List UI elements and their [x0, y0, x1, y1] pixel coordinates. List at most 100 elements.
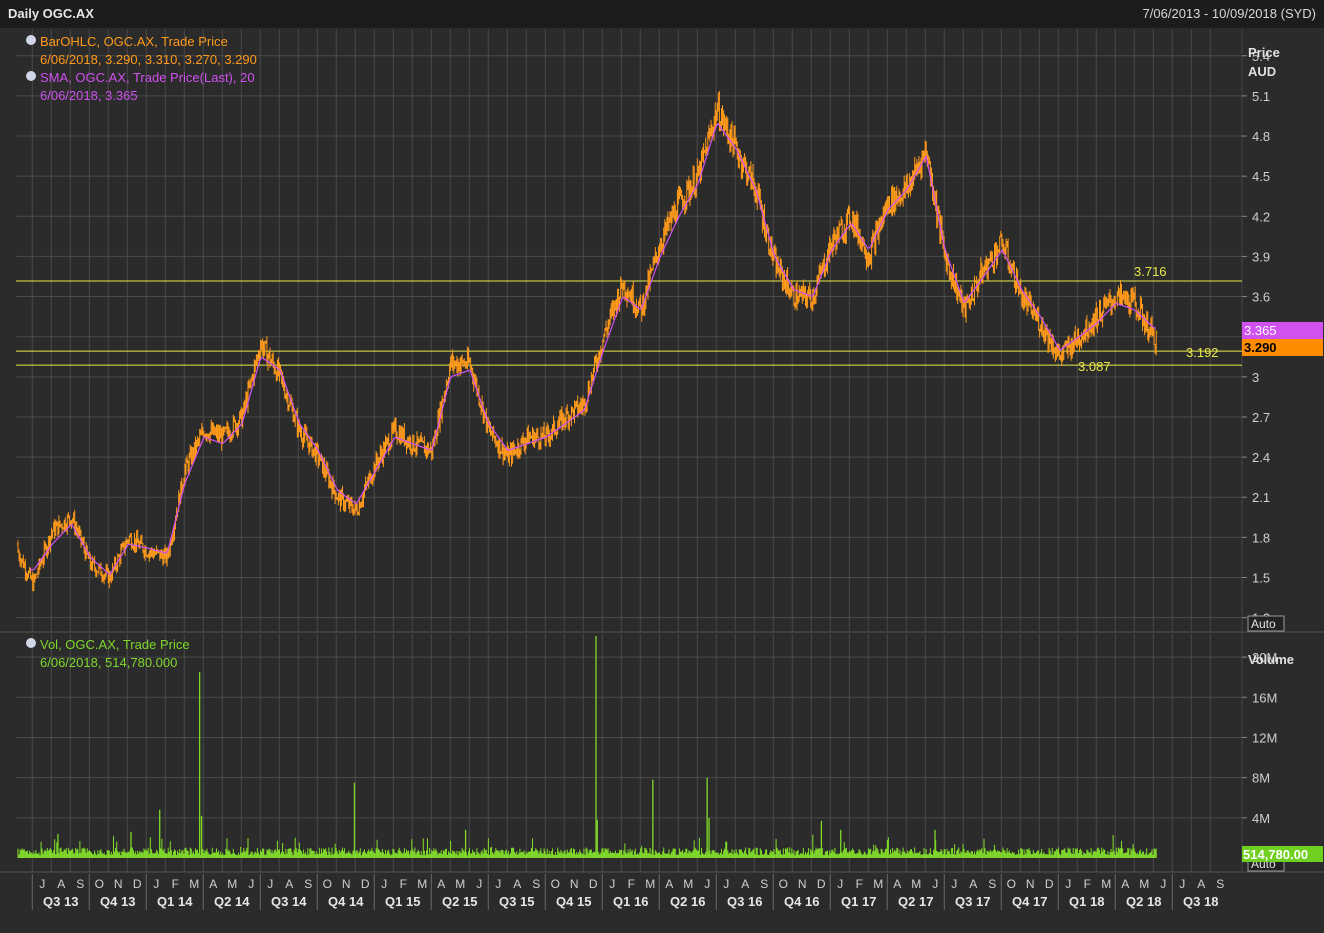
- month-label: S: [1216, 877, 1224, 891]
- price-tick-label: 4.5: [1252, 169, 1270, 184]
- price-value-tag: 3.290: [1242, 339, 1323, 356]
- quarter-label: Q4 15: [556, 894, 591, 909]
- sma-tag-text: 3.365: [1244, 323, 1277, 338]
- volume-tick-label: 16M: [1252, 690, 1277, 705]
- month-label: J: [1179, 877, 1185, 891]
- legend-toggle-icon[interactable]: [26, 35, 36, 45]
- month-label: O: [95, 877, 104, 891]
- month-label: M: [683, 877, 693, 891]
- month-label: M: [645, 877, 655, 891]
- quarter-label: Q3 13: [43, 894, 78, 909]
- month-label: N: [570, 877, 579, 891]
- level-label: 3.716: [1134, 264, 1167, 279]
- volume-tick-label: 4M: [1252, 811, 1270, 826]
- month-label: J: [932, 877, 938, 891]
- month-label: S: [532, 877, 540, 891]
- quarter-label: Q2 15: [442, 894, 477, 909]
- month-label: M: [455, 877, 465, 891]
- month-label: J: [476, 877, 482, 891]
- month-label: A: [1197, 877, 1205, 891]
- level-label: 3.087: [1078, 359, 1111, 374]
- quarter-label: Q1 17: [841, 894, 876, 909]
- price-tick-label: 3: [1252, 370, 1259, 385]
- month-label: A: [285, 877, 293, 891]
- volume-y-axis: 4M8M12M16M20M: [1242, 650, 1277, 826]
- legend-toggle-icon[interactable]: [26, 71, 36, 81]
- month-label: A: [969, 877, 977, 891]
- month-label: J: [704, 877, 710, 891]
- chart-window: Daily OGC.AX 7/06/2013 - 10/09/2018 (SYD…: [0, 0, 1324, 933]
- sma-legend-title: SMA, OGC.AX, Trade Price(Last), 20: [40, 70, 255, 85]
- month-label: D: [361, 877, 370, 891]
- month-label: M: [873, 877, 883, 891]
- volume-tick-label: 12M: [1252, 730, 1277, 745]
- price-axis-unit: AUD: [1248, 64, 1276, 79]
- quarter-label: Q4 16: [784, 894, 819, 909]
- quarter-label: Q1 14: [157, 894, 193, 909]
- month-label: A: [437, 877, 445, 891]
- month-label: M: [227, 877, 237, 891]
- volume-legend-title: Vol, OGC.AX, Trade Price: [40, 637, 190, 652]
- price-tick-label: 1.8: [1252, 530, 1270, 545]
- month-label: O: [551, 877, 560, 891]
- month-label: M: [417, 877, 427, 891]
- price-tick-label: 3.9: [1252, 249, 1270, 264]
- month-label: J: [837, 877, 843, 891]
- quarter-label: Q2 18: [1126, 894, 1161, 909]
- sma-legend-values: 6/06/2018, 3.365: [40, 88, 138, 103]
- price-auto-label: Auto: [1251, 617, 1276, 631]
- price-tick-label: 4.2: [1252, 209, 1270, 224]
- month-label: S: [76, 877, 84, 891]
- month-label: J: [495, 877, 501, 891]
- month-label: S: [304, 877, 312, 891]
- month-label: J: [1065, 877, 1071, 891]
- price-tick-label: 1.5: [1252, 570, 1270, 585]
- month-label: A: [57, 877, 65, 891]
- quarter-label: Q4 17: [1012, 894, 1047, 909]
- month-label: J: [381, 877, 387, 891]
- quarter-label: Q1 15: [385, 894, 420, 909]
- month-label: N: [1026, 877, 1035, 891]
- quarter-label: Q2 14: [214, 894, 250, 909]
- month-label: F: [400, 877, 407, 891]
- sma-value-tag: 3.365: [1242, 322, 1323, 339]
- month-label: D: [1045, 877, 1054, 891]
- month-label: F: [1084, 877, 1091, 891]
- price-tick-label: 2.1: [1252, 490, 1270, 505]
- month-label: A: [741, 877, 749, 891]
- level-label: 3.192: [1186, 345, 1219, 360]
- price-axis-title: Price: [1248, 45, 1280, 60]
- price-auto-button[interactable]: Auto: [1247, 615, 1285, 632]
- volume-legend-values: 6/06/2018, 514,780.000: [40, 655, 177, 670]
- month-label: J: [267, 877, 273, 891]
- price-tick-label: 4.8: [1252, 129, 1270, 144]
- quarter-label: Q4 13: [100, 894, 135, 909]
- month-label: J: [951, 877, 957, 891]
- month-label: A: [513, 877, 521, 891]
- price-tick-label: 3.6: [1252, 290, 1270, 305]
- ohlc-legend-values: 6/06/2018, 3.290, 3.310, 3.270, 3.290: [40, 52, 257, 67]
- volume-value-tag: 514,780.00: [1242, 846, 1323, 862]
- price-tag-text: 3.290: [1244, 340, 1277, 355]
- month-label: N: [114, 877, 123, 891]
- legend-toggle-icon[interactable]: [26, 638, 36, 648]
- quarter-label: Q2 17: [898, 894, 933, 909]
- quarter-label: Q2 16: [670, 894, 705, 909]
- month-label: N: [342, 877, 351, 891]
- month-label: F: [628, 877, 635, 891]
- month-label: J: [39, 877, 45, 891]
- month-label: J: [723, 877, 729, 891]
- chart-canvas[interactable]: 3.7163.1923.087 1.21.51.82.12.42.733.33.…: [0, 0, 1324, 933]
- price-tick-label: 5.1: [1252, 89, 1270, 104]
- month-label: M: [1139, 877, 1149, 891]
- month-label: J: [609, 877, 615, 891]
- month-label: D: [133, 877, 142, 891]
- quarter-label: Q1 18: [1069, 894, 1104, 909]
- month-label: D: [817, 877, 826, 891]
- month-label: J: [1160, 877, 1166, 891]
- time-x-axis: JASONDJFMAMJJASONDJFMAMJJASONDJFMAMJJASO…: [31, 874, 1224, 910]
- month-label: J: [153, 877, 159, 891]
- month-label: A: [209, 877, 217, 891]
- quarter-label: Q3 18: [1183, 894, 1218, 909]
- month-label: N: [798, 877, 807, 891]
